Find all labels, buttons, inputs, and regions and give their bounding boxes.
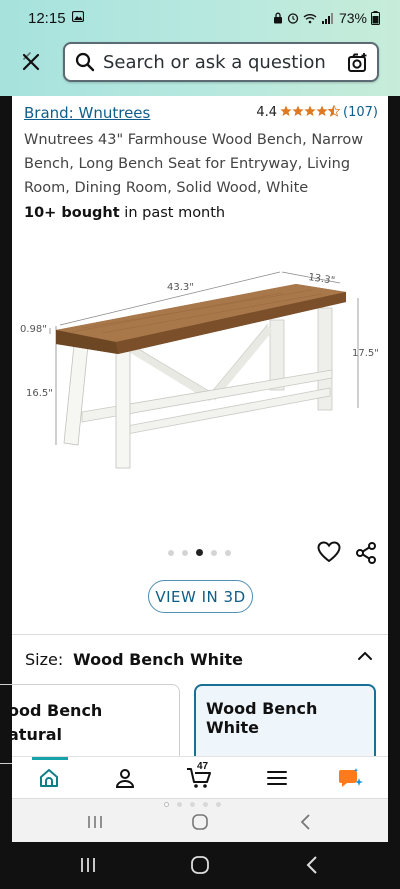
nav-cart[interactable]: 47: [184, 761, 214, 791]
back-chevron-icon: [300, 814, 310, 830]
nav-rufus[interactable]: [336, 765, 366, 791]
dim-leg-label: 16.5": [26, 388, 53, 399]
lock-icon: [273, 12, 282, 24]
rating-value: 4.4: [256, 105, 278, 120]
status-icons: 73%: [273, 10, 380, 26]
size-option-natural-line2: atural: [8, 725, 63, 744]
close-button[interactable]: [18, 49, 44, 75]
camera-search-icon[interactable]: [347, 52, 369, 74]
app-header: 12:15 73% Search or ask a question: [0, 0, 400, 96]
person-icon: [115, 769, 135, 788]
wifi-icon: [303, 13, 317, 23]
status-time: 12:15: [28, 9, 66, 27]
alarm-icon: [287, 13, 299, 24]
nav-menu[interactable]: [262, 765, 292, 791]
recent-apps-button[interactable]: [84, 811, 106, 833]
heart-icon[interactable]: [317, 541, 341, 563]
rating-stars-icon: [280, 104, 341, 120]
recent-apps-icon: [88, 816, 102, 828]
recent-apps-icon: [81, 858, 95, 872]
size-option-natural-line1: ood Bench: [8, 701, 103, 720]
cart-count: 47: [197, 761, 209, 772]
chat-sparkle-icon: [339, 768, 363, 787]
carousel-dot[interactable]: [225, 549, 231, 556]
search-row: Search or ask a question: [0, 40, 400, 84]
bought-in-past-month: 10+ bought in past month: [24, 205, 225, 221]
brand-link[interactable]: Brand: Wnutrees: [24, 104, 150, 122]
page-dot-active: [164, 802, 169, 807]
back-chevron-icon: [306, 856, 317, 874]
product-title: Wnutrees 43" Farmhouse Wood Bench, Narro…: [24, 132, 364, 196]
home-system-button[interactable]: [189, 811, 211, 833]
product-image[interactable]: 43.3" 13.3" 0.98" 17.5" 16.5": [12, 250, 388, 490]
size-label: Size:: [25, 650, 64, 669]
carousel-dot[interactable]: [182, 549, 188, 556]
home-circle-icon: [192, 814, 208, 830]
page-dot: [203, 802, 208, 807]
image-carousel-dots[interactable]: [168, 549, 231, 556]
bottom-nav: 47: [12, 756, 388, 798]
dim-depth-label: 13.3": [308, 272, 336, 287]
chevron-up-icon[interactable]: [357, 648, 373, 664]
back-system-button[interactable]: [295, 811, 317, 833]
share-icon[interactable]: [354, 541, 378, 565]
signal-icon: [321, 12, 333, 24]
search-icon: [75, 52, 95, 72]
battery-icon: [371, 11, 380, 25]
rating-count: (107): [343, 105, 378, 120]
device-back-button[interactable]: [301, 854, 323, 876]
close-icon: [22, 52, 40, 71]
search-input[interactable]: Search or ask a question: [63, 42, 379, 82]
search-placeholder: Search or ask a question: [103, 51, 326, 73]
device-system-nav-bar: [0, 842, 400, 889]
gallery-notification-icon: [71, 10, 84, 25]
home-page-indicator: [164, 802, 221, 807]
size-option-natural[interactable]: ood Bench atural: [0, 684, 180, 764]
phone-screen: 12:15 73% Search or ask a question Brand…: [0, 0, 400, 889]
page-dot: [177, 802, 182, 807]
nav-account[interactable]: [110, 765, 140, 791]
status-bar: 12:15 73%: [0, 0, 400, 36]
home-icon: [40, 769, 58, 787]
nav-home[interactable]: [34, 765, 64, 791]
nav-active-indicator: [32, 757, 68, 760]
home-circle-icon: [191, 856, 209, 874]
page-dot: [216, 802, 221, 807]
size-option-white-label: Wood Bench White: [206, 699, 318, 737]
rating[interactable]: 4.4 (107): [256, 104, 378, 120]
page-dot: [190, 802, 195, 807]
size-value: Wood Bench White: [73, 650, 243, 669]
dim-length-label: 43.3": [167, 282, 194, 293]
size-option-white-selected[interactable]: Wood Bench White: [194, 684, 376, 764]
screen-edge-right: [388, 96, 400, 842]
carousel-dot[interactable]: [168, 549, 174, 556]
device-home-button[interactable]: [189, 854, 211, 876]
brand-rating-row: Brand: Wnutrees 4.4 (107): [12, 104, 378, 126]
view-in-3d-button[interactable]: VIEW IN 3D: [148, 580, 253, 613]
carousel-dot[interactable]: [211, 549, 217, 556]
menu-icon: [267, 771, 287, 785]
divider: [12, 634, 388, 635]
bought-suffix: in past month: [119, 205, 226, 221]
bought-count: 10+ bought: [24, 205, 120, 221]
carousel-dot-active[interactable]: [196, 549, 203, 556]
device-recent-apps-button[interactable]: [77, 854, 99, 876]
dim-height-label: 17.5": [352, 348, 379, 359]
dim-top-label: 0.98": [20, 324, 47, 335]
size-selector-header[interactable]: Size: Wood Bench White: [25, 648, 375, 672]
battery-text: 73%: [338, 10, 367, 26]
